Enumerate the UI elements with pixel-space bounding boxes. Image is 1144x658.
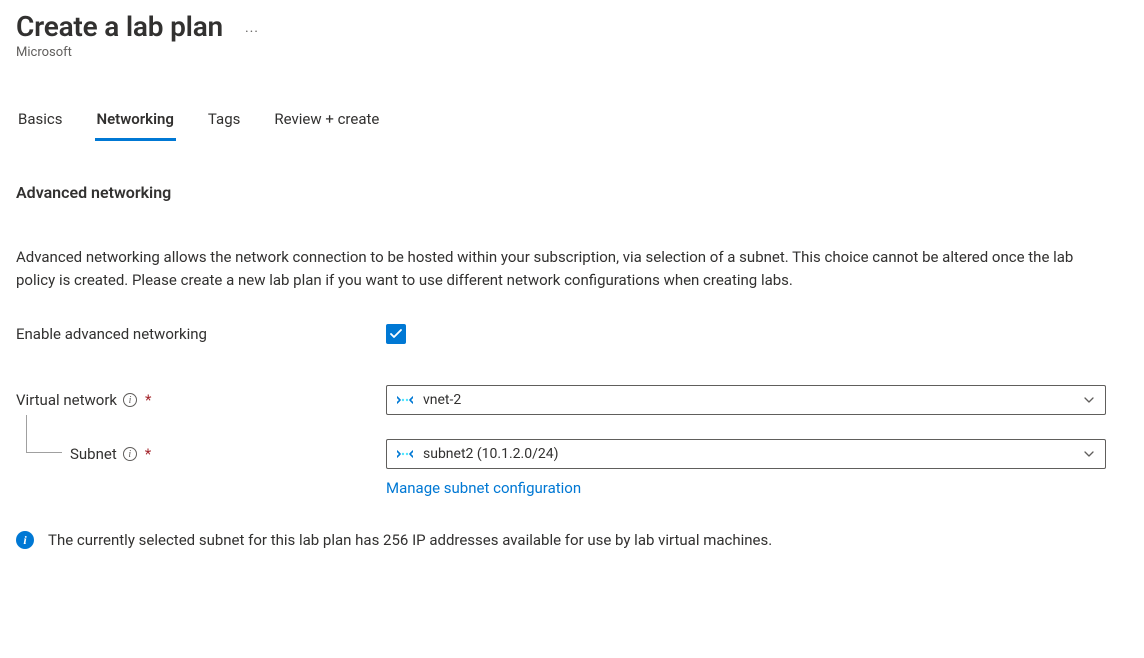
subnet-select[interactable]: subnet2 (10.1.2.0/24) [386,439,1106,469]
page-subtitle: Microsoft [16,45,1128,60]
more-actions-button[interactable]: ··· [245,14,259,40]
tab-networking[interactable]: Networking [95,104,176,141]
vnet-icon [397,393,413,407]
manage-subnet-link[interactable]: Manage subnet configuration [386,479,581,497]
required-indicator: * [145,391,151,409]
vnet-label: Virtual network [16,391,117,409]
vnet-value: vnet-2 [423,392,1073,408]
info-message: The currently selected subnet for this l… [48,531,772,549]
subnet-row: Subnet i * subnet2 (10.1.2.0/24) [16,439,1128,469]
vnet-row: Virtual network i * vnet-2 [16,385,1128,415]
chevron-down-icon [1083,448,1095,460]
section-description: Advanced networking allows the network c… [16,246,1116,291]
tree-connector [26,415,62,453]
section-heading: Advanced networking [16,183,1128,202]
subnet-value: subnet2 (10.1.2.0/24) [423,446,1073,462]
tab-review-create[interactable]: Review + create [272,104,381,141]
info-icon[interactable]: i [123,447,137,461]
info-icon: i [16,531,34,549]
tab-tags[interactable]: Tags [206,104,242,141]
checkmark-icon [390,329,402,339]
enable-checkbox[interactable] [386,324,406,344]
vnet-icon [397,447,413,461]
chevron-down-icon [1083,394,1095,406]
info-banner: i The currently selected subnet for this… [16,531,1128,549]
tabs: Basics Networking Tags Review + create [16,104,1128,141]
page-title: Create a lab plan [16,10,223,43]
enable-row: Enable advanced networking [16,319,1128,349]
vnet-select[interactable]: vnet-2 [386,385,1106,415]
required-indicator: * [145,445,151,463]
enable-label: Enable advanced networking [16,325,386,343]
subnet-label: Subnet [70,445,117,463]
tab-basics[interactable]: Basics [16,104,65,141]
info-icon[interactable]: i [123,393,137,407]
